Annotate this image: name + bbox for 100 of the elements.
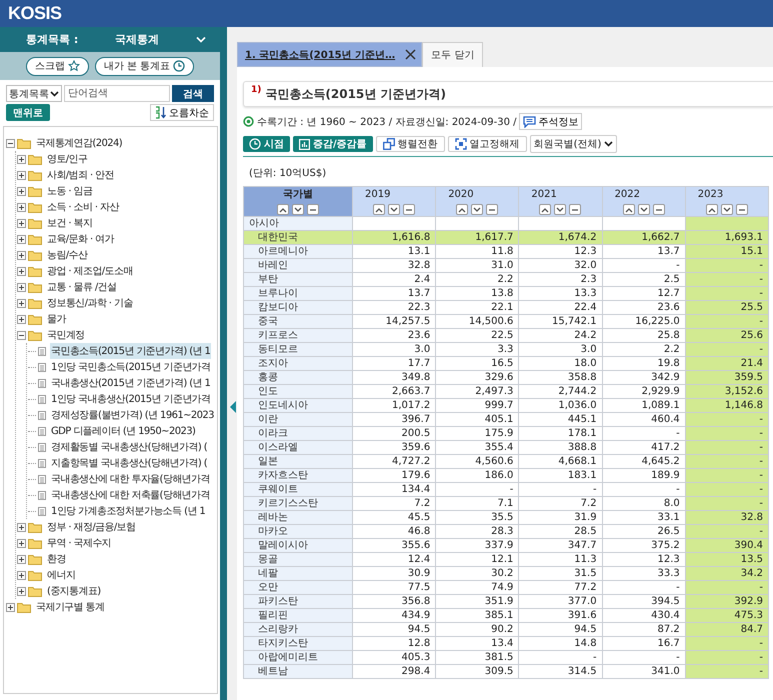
tree-item[interactable]: 무역 · 국제수지 xyxy=(46,535,112,551)
collapse-icon[interactable] xyxy=(17,330,26,340)
category-value[interactable]: 국제통계 xyxy=(92,32,182,47)
column-header[interactable]: 2023 xyxy=(698,188,724,201)
collapse-icon[interactable] xyxy=(6,138,15,148)
minus-icon[interactable] xyxy=(736,204,748,215)
chevron-down-icon[interactable] xyxy=(292,204,304,215)
search-button[interactable]: 검색 xyxy=(172,85,214,102)
chevron-up-icon[interactable] xyxy=(277,204,289,215)
tree-item[interactable]: 농림/수산 xyxy=(46,247,88,263)
expand-icon[interactable] xyxy=(17,234,26,244)
minus-icon[interactable] xyxy=(652,204,665,215)
expand-icon[interactable] xyxy=(17,586,26,596)
logo[interactable]: KOSIS xyxy=(8,3,62,24)
chevron-up-icon[interactable] xyxy=(539,204,552,215)
chevron-down-icon[interactable] xyxy=(638,204,650,215)
tree-item[interactable]: 정부 · 재정/금융/보험 xyxy=(46,519,136,535)
chevron-down-icon[interactable] xyxy=(720,204,733,215)
table-cell: 31.5 xyxy=(518,566,602,580)
column-header[interactable]: 2020 xyxy=(448,188,474,201)
tree-item[interactable]: (중지통계표) xyxy=(46,583,102,599)
chevron-up-icon[interactable] xyxy=(622,204,635,215)
expand-icon[interactable] xyxy=(17,298,26,308)
toolbar-button[interactable]: 증감/증감률 xyxy=(293,136,373,152)
scope-dropdown[interactable]: 통계목록 xyxy=(6,85,62,102)
tree-item[interactable]: 환경 xyxy=(46,551,67,567)
expand-icon[interactable] xyxy=(17,266,26,276)
expand-icon[interactable] xyxy=(17,218,26,228)
expand-icon[interactable] xyxy=(17,170,26,180)
tree-item[interactable]: 1인당 국내총생산(2015년 기준년가격 xyxy=(50,391,212,407)
tree-item[interactable]: GDP 디플레이터 (년 1950~2023) xyxy=(50,423,196,439)
notes-button[interactable]: 주석정보 xyxy=(519,113,582,130)
expand-icon[interactable] xyxy=(17,202,26,212)
tree-item[interactable]: 국내총생산에 대한 투자율(당해년가격 xyxy=(50,471,211,487)
expand-icon[interactable] xyxy=(17,282,26,292)
tree-item[interactable]: 국내총생산(2015년 기준년가격) (년 1 xyxy=(50,375,212,391)
expand-icon[interactable] xyxy=(17,250,26,260)
toolbar-button[interactable]: 열고정해제 xyxy=(448,136,527,152)
tree-item[interactable]: 국내총생산에 대한 저축률(당해년가격 xyxy=(50,487,211,503)
tree-item[interactable]: 지출항목별 국내총생산(당해년가격) ( xyxy=(50,455,208,471)
history-button[interactable]: 내가 본 통계표 xyxy=(94,56,194,76)
folder-icon xyxy=(28,266,42,276)
tree-item[interactable]: 노동 · 임금 xyxy=(46,183,94,199)
chevron-down-icon[interactable] xyxy=(388,204,400,215)
tree-item[interactable]: 국민총소득(2015년 기준년가격) (년 1 xyxy=(50,343,212,359)
expand-icon[interactable] xyxy=(17,570,26,580)
chevron-up-icon[interactable] xyxy=(456,204,468,215)
column-header[interactable]: 2019 xyxy=(365,188,390,201)
tree-item[interactable]: 경제성장률(불변가격) (년 1961~2023 xyxy=(50,407,215,423)
collapse-arrow-icon[interactable] xyxy=(230,401,236,413)
tree-item[interactable]: 소득 · 소비 · 자산 xyxy=(46,199,120,215)
tree-item[interactable]: 1인당 가계총조정처분가능소득 (년 1 xyxy=(50,503,206,519)
folder-icon xyxy=(28,170,42,180)
tree-item[interactable]: 물가 xyxy=(46,311,67,327)
top-button[interactable]: 맨위로 xyxy=(6,104,50,121)
tree-item[interactable]: 광업 · 제조업/도소매 xyxy=(46,263,134,279)
tree-item[interactable]: 국제기구별 통계 xyxy=(35,599,106,615)
expand-icon[interactable] xyxy=(17,154,26,164)
tree-item[interactable]: 에너지 xyxy=(46,567,76,583)
column-header[interactable]: 2022 xyxy=(614,188,640,201)
column-header[interactable]: 국가별 xyxy=(283,188,313,201)
tree-item[interactable]: 1인당 국민총소득(2015년 기준년가격 xyxy=(50,359,212,375)
tree-item[interactable]: 보건 · 복지 xyxy=(46,215,94,231)
table-cell: 351.9 xyxy=(436,594,519,608)
tree-item[interactable]: 국민계정 xyxy=(46,327,86,343)
chevron-down-icon[interactable] xyxy=(471,204,484,215)
table-cell: 381.5 xyxy=(436,650,519,664)
minus-icon[interactable] xyxy=(486,204,498,215)
expand-icon[interactable] xyxy=(17,538,26,548)
close-all-button[interactable]: 모두 닫기 xyxy=(422,42,484,67)
filter-dropdown[interactable]: 회원국별(전체) xyxy=(530,135,618,153)
tree-item[interactable]: 영토/인구 xyxy=(46,151,88,167)
minus-icon[interactable] xyxy=(307,204,319,215)
close-icon[interactable] xyxy=(405,49,416,60)
expand-icon[interactable] xyxy=(17,314,26,324)
toolbar-button[interactable]: 시점 xyxy=(243,136,290,152)
minus-icon[interactable] xyxy=(569,204,582,215)
expand-icon[interactable] xyxy=(6,602,15,612)
tree-item[interactable]: 경제활동별 국내총생산(당해년가격) ( xyxy=(50,439,208,455)
tree-item[interactable]: 교통 · 물류 /건설 xyxy=(46,279,118,295)
table-cell: - xyxy=(685,258,768,272)
tree-item[interactable]: 국제통계연감(2024) xyxy=(35,135,124,151)
column-header[interactable]: 2021 xyxy=(531,188,557,201)
chevron-up-icon[interactable] xyxy=(706,204,718,215)
expand-icon[interactable] xyxy=(17,186,26,196)
search-field[interactable]: 단어검색 xyxy=(64,85,170,102)
folder-icon xyxy=(28,586,42,596)
chevron-down-icon[interactable] xyxy=(554,204,566,215)
chevron-up-icon[interactable] xyxy=(373,204,386,215)
tree-item[interactable]: 교육/문화 · 여가 xyxy=(46,231,115,247)
tree-item[interactable]: 정보통신/과학 · 기술 xyxy=(46,295,134,311)
scrap-button[interactable]: 스크랩 xyxy=(26,56,89,76)
tab[interactable]: 1. 국민총소득(2015년 기준년… xyxy=(237,42,422,67)
table-cell: - xyxy=(685,454,768,468)
expand-icon[interactable] xyxy=(17,522,26,532)
tree-item[interactable]: 사회/범죄 · 안전 xyxy=(46,167,115,183)
toolbar-button[interactable]: 행렬전환 xyxy=(376,136,445,152)
minus-icon[interactable] xyxy=(403,204,416,215)
expand-icon[interactable] xyxy=(17,554,26,564)
sort-button[interactable]: 오름차순 xyxy=(150,104,214,121)
